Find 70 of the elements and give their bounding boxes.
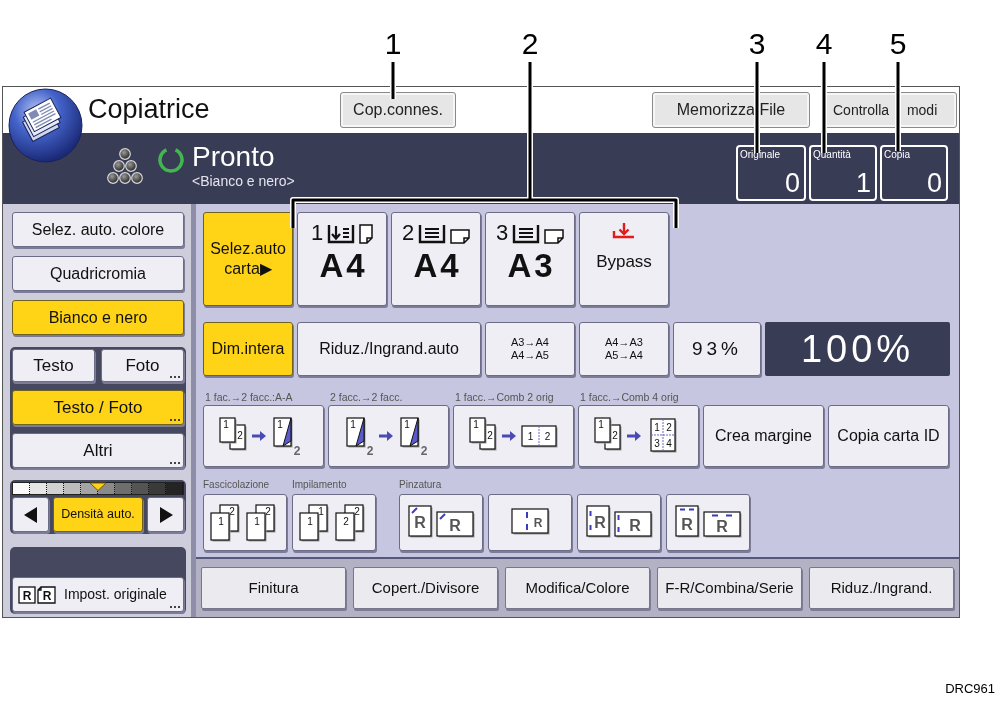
counter-label: Quantità	[813, 150, 852, 160]
callout-number: 3	[747, 29, 767, 59]
header-button[interactable]: Memorizza File	[652, 92, 810, 128]
option-caption: 2 facc.→2 facc.	[329, 390, 404, 404]
figure-code: DRC961	[945, 682, 995, 695]
color-mode-button[interactable]: Quadricromia	[12, 256, 184, 291]
color-mode-button[interactable]: Selez. auto. colore	[12, 212, 184, 247]
counter-value: 1	[855, 170, 872, 197]
callout-number: 2	[520, 29, 540, 59]
tab-button[interactable]: Riduz./Ingrand.	[809, 567, 954, 609]
triangle-right-icon	[158, 506, 173, 523]
finishing-button[interactable]: R R	[666, 494, 750, 551]
tray-button[interactable]: 2 A4	[391, 212, 481, 306]
color-mode-button[interactable]: Bianco e nero	[12, 300, 184, 335]
original-type-button[interactable]: Testo	[12, 349, 95, 382]
header-button[interactable]: Cop.connes.	[340, 92, 456, 128]
density-button[interactable]: Densità auto.	[53, 497, 143, 532]
callout-number: 4	[814, 29, 834, 59]
density-marker-icon[interactable]	[89, 482, 107, 491]
ratio-button[interactable]: 93%	[673, 322, 761, 376]
layout-button[interactable]: 2 1 1 2 3 4	[578, 405, 699, 467]
app-title: Copiatrice	[88, 93, 210, 124]
ratio-button[interactable]: A4→A3 A5→A4	[579, 322, 669, 376]
ratio-button[interactable]: A3→A4 A4→A5	[485, 322, 575, 376]
layout-button[interactable]: 2 1 1 2	[453, 405, 574, 467]
left-arrow-button[interactable]	[12, 497, 49, 532]
status-mode-text: <Bianco e nero>	[192, 173, 295, 190]
option-caption: 1 facc.→Comb 2 orig	[454, 390, 555, 404]
finishing-button[interactable]: 2 1 2 1	[203, 494, 287, 551]
bypass-button[interactable]: Bypass	[579, 212, 669, 306]
finishing-button[interactable]: R R	[399, 494, 483, 551]
option-button[interactable]: Copia carta ID	[828, 405, 949, 467]
original-type-button[interactable]: Altri	[12, 433, 184, 468]
ratio-button[interactable]: Riduz./Ingrand.auto	[297, 322, 481, 376]
group-caption: Fascicolazione	[203, 478, 271, 492]
original-settings-button[interactable]: R R Impost. originale	[12, 577, 184, 612]
tab-button[interactable]: Copert./Divisore	[353, 567, 498, 609]
tab-button[interactable]: Modifica/Colore	[505, 567, 650, 609]
counter-label: Originale	[740, 150, 782, 160]
group-caption: Impilamento	[292, 478, 348, 492]
tray-button[interactable]: 1 A4	[297, 212, 387, 306]
group-caption: Pinzatura	[399, 478, 443, 492]
ratio-display: 100%	[765, 322, 950, 376]
ratio-button[interactable]: Dim.intera	[203, 322, 293, 376]
original-type-button[interactable]: Testo / Foto	[12, 390, 184, 425]
option-caption: 1 fac.→2 facc.:A-A	[204, 390, 294, 404]
layout-button[interactable]: 2 1 1 2	[203, 405, 324, 467]
tray-button[interactable]: 3 A3	[485, 212, 575, 306]
layout-button[interactable]: 1 2 1 2	[328, 405, 449, 467]
density-gauge[interactable]	[12, 482, 184, 495]
callout-number: 1	[383, 29, 403, 59]
auto-paper-button[interactable]: Selez.auto carta▶	[203, 212, 293, 306]
callout-number: 5	[888, 29, 908, 59]
counter-value: 0	[784, 170, 801, 197]
finishing-button[interactable]: R R	[577, 494, 661, 551]
option-caption: 1 facc.→Comb 4 orig	[579, 390, 680, 404]
counter-value: 0	[926, 170, 943, 197]
triangle-left-icon	[23, 506, 38, 523]
tab-button[interactable]: Finitura	[201, 567, 346, 609]
status-ring-icon	[157, 146, 185, 174]
tab-button[interactable]: F-R/Combina/Serie	[657, 567, 802, 609]
bypass-tray-icon	[611, 222, 637, 239]
counter-label: Copia	[884, 150, 912, 160]
finishing-button[interactable]: R	[488, 494, 572, 551]
dots-pyramid-icon	[105, 147, 145, 185]
finishing-button[interactable]: 1 1 2 2	[292, 494, 376, 551]
option-button[interactable]: Crea margine	[703, 405, 824, 467]
status-text: Pronto	[192, 141, 276, 173]
original-type-button[interactable]: Foto	[101, 349, 184, 382]
right-arrow-button[interactable]	[147, 497, 184, 532]
